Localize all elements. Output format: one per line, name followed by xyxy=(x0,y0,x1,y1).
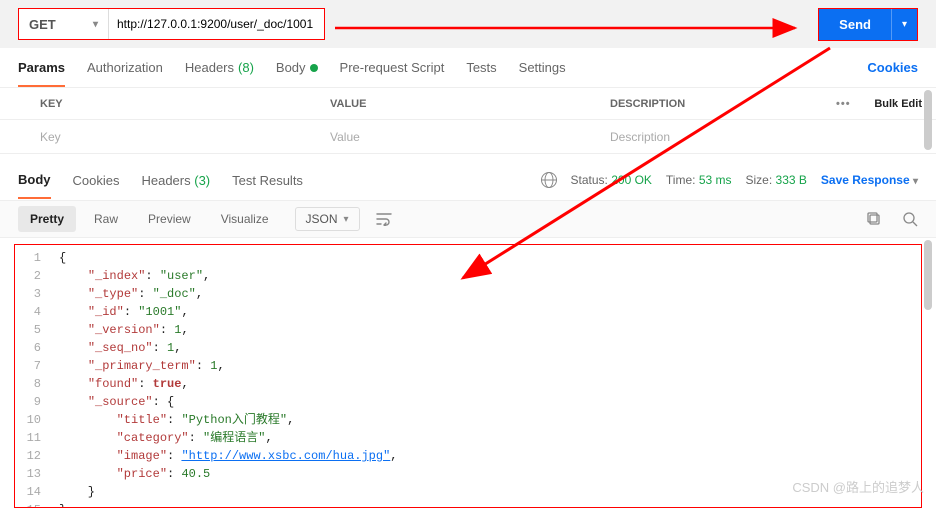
view-visualize[interactable]: Visualize xyxy=(209,206,281,232)
send-group: Send ▾ xyxy=(818,8,918,41)
status-bar: Status: 200 OK Time: 53 ms Size: 333 B S… xyxy=(541,172,918,188)
resp-tab-test-results[interactable]: Test Results xyxy=(232,173,303,188)
send-more-button[interactable]: ▾ xyxy=(891,9,917,40)
scrollbar[interactable] xyxy=(924,90,932,150)
col-desc: DESCRIPTION xyxy=(610,98,826,110)
tab-settings[interactable]: Settings xyxy=(519,60,566,75)
cookies-link[interactable]: Cookies xyxy=(867,60,918,75)
params-empty-row[interactable]: Key Value Description xyxy=(0,120,936,154)
wrap-lines-icon[interactable] xyxy=(376,212,392,226)
send-button[interactable]: Send xyxy=(819,9,891,40)
scrollbar[interactable] xyxy=(924,240,932,310)
search-icon[interactable] xyxy=(902,211,918,227)
response-tabs: Body Cookies Headers (3) Test Results St… xyxy=(0,160,936,200)
view-pretty[interactable]: Pretty xyxy=(18,206,76,232)
more-icon[interactable]: ••• xyxy=(826,98,860,110)
chevron-down-icon: ▾ xyxy=(93,19,98,30)
tab-prerequest[interactable]: Pre-request Script xyxy=(340,60,445,75)
tab-authorization[interactable]: Authorization xyxy=(87,60,163,75)
url-input[interactable] xyxy=(109,9,324,39)
time-value: 53 ms xyxy=(699,173,732,187)
view-raw[interactable]: Raw xyxy=(82,206,130,232)
resp-tab-headers[interactable]: Headers (3) xyxy=(141,173,210,188)
tab-headers[interactable]: Headers (8) xyxy=(185,60,254,75)
view-row: Pretty Raw Preview Visualize JSON▾ xyxy=(0,200,936,238)
response-body[interactable]: 123456789101112131415 { "_index": "user"… xyxy=(14,244,922,508)
desc-placeholder: Description xyxy=(610,130,936,144)
params-table-header: KEY VALUE DESCRIPTION ••• Bulk Edit xyxy=(0,88,936,120)
method-url-group: GET ▾ xyxy=(18,8,325,40)
save-response-button[interactable]: Save Response ▾ xyxy=(821,173,918,187)
http-method-label: GET xyxy=(29,17,56,32)
tab-tests[interactable]: Tests xyxy=(466,60,496,75)
tab-params[interactable]: Params xyxy=(18,60,65,87)
value-placeholder: Value xyxy=(330,130,610,144)
copy-icon[interactable] xyxy=(866,211,882,227)
resp-tab-body[interactable]: Body xyxy=(18,172,51,199)
http-method-select[interactable]: GET ▾ xyxy=(19,9,109,39)
size-value: 333 B xyxy=(776,173,807,187)
globe-icon[interactable] xyxy=(541,172,557,188)
view-preview[interactable]: Preview xyxy=(136,206,203,232)
col-key: KEY xyxy=(40,98,330,110)
status-value: 200 OK xyxy=(611,173,652,187)
key-placeholder: Key xyxy=(40,130,330,144)
request-bar: GET ▾ Send ▾ xyxy=(0,0,936,48)
format-select[interactable]: JSON▾ xyxy=(295,207,360,231)
body-active-dot-icon xyxy=(310,64,318,72)
watermark: CSDN @路上的追梦人 xyxy=(792,477,924,496)
col-value: VALUE xyxy=(330,98,610,110)
line-gutter: 123456789101112131415 xyxy=(15,245,49,507)
json-code: { "_index": "user", "_type": "_doc", "_i… xyxy=(49,245,407,507)
request-tabs: Params Authorization Headers (8) Body Pr… xyxy=(0,48,936,88)
resp-tab-cookies[interactable]: Cookies xyxy=(73,173,120,188)
tab-body[interactable]: Body xyxy=(276,60,318,75)
headers-count: (8) xyxy=(238,60,254,75)
